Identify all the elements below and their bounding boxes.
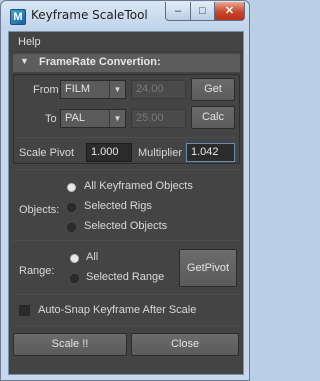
multiplier-field[interactable]: 1.042 [186, 143, 235, 162]
tool-window: M Keyframe ScaleTool – □ ✕ Help ▼ FrameR… [0, 0, 250, 381]
scale-pivot-label: Scale Pivot [19, 147, 75, 159]
from-framerate-dropdown[interactable]: FILM ▼ [60, 80, 126, 99]
frame-divider [18, 137, 235, 138]
radio-label: All [86, 251, 99, 263]
from-label: From [33, 84, 59, 96]
range-label: Range: [19, 265, 55, 277]
get-pivot-button[interactable]: GetPivot [179, 249, 237, 287]
radio-label: Selected Objects [84, 220, 168, 232]
to-label: To [45, 113, 57, 125]
collapse-triangle-icon: ▼ [20, 56, 29, 66]
window-title: Keyframe ScaleTool [31, 8, 148, 22]
radio-all-keyframed-objects[interactable]: All Keyframed Objects [67, 179, 237, 197]
chevron-down-icon: ▼ [109, 81, 125, 98]
radio-selected-objects[interactable]: Selected Objects [67, 219, 237, 237]
framerate-frame: From FILM ▼ 24.00 Get To PAL ▼ 25.00 Cal… [13, 74, 240, 164]
radio-range-all[interactable]: All [70, 250, 170, 268]
chevron-down-icon: ▼ [109, 110, 125, 127]
from-fps-field: 24.00 [131, 80, 186, 99]
auto-snap-label: Auto-Snap Keyframe After Scale [38, 304, 197, 316]
radio-selected-icon [67, 183, 76, 192]
radio-selected-icon [70, 254, 79, 263]
to-framerate-value: PAL [65, 112, 85, 124]
framerate-section-header[interactable]: ▼ FrameRate Convertion: [13, 54, 240, 72]
maximize-button[interactable]: □ [190, 2, 215, 21]
radio-label: All Keyframed Objects [84, 180, 193, 192]
radio-selected-rigs[interactable]: Selected Rigs [67, 199, 237, 217]
section-divider [13, 169, 240, 170]
scale-button[interactable]: Scale !! [13, 333, 127, 356]
maya-icon: M [10, 9, 26, 25]
radio-empty-icon [67, 223, 76, 232]
radio-range-selected[interactable]: Selected Range [70, 270, 180, 288]
section-title: FrameRate Convertion: [39, 56, 161, 68]
tool-panel: Help ▼ FrameRate Convertion: From FILM ▼… [8, 31, 244, 375]
checkbox-icon [19, 305, 30, 316]
radio-label: Selected Range [86, 271, 165, 283]
menu-help[interactable]: Help [18, 36, 41, 48]
section-divider [13, 294, 240, 295]
menubar-divider [9, 51, 243, 52]
close-window-button[interactable]: ✕ [214, 2, 245, 21]
from-framerate-value: FILM [65, 83, 91, 95]
calc-button[interactable]: Calc [191, 106, 235, 129]
section-divider [13, 325, 240, 326]
radio-label: Selected Rigs [84, 200, 152, 212]
radio-empty-icon [67, 203, 76, 212]
close-button[interactable]: Close [131, 333, 239, 356]
multiplier-label: Multiplier [138, 147, 183, 159]
minimize-button[interactable]: – [165, 2, 191, 21]
radio-empty-icon [70, 274, 79, 283]
to-framerate-dropdown[interactable]: PAL ▼ [60, 109, 126, 128]
to-fps-field: 25.00 [131, 109, 186, 128]
auto-snap-checkbox[interactable]: Auto-Snap Keyframe After Scale [19, 303, 239, 319]
objects-label: Objects: [19, 204, 60, 216]
section-divider [13, 240, 240, 241]
title-bar[interactable]: M Keyframe ScaleTool – □ ✕ [1, 1, 249, 31]
scale-pivot-field[interactable]: 1.000 [86, 143, 132, 162]
get-button[interactable]: Get [191, 78, 235, 101]
